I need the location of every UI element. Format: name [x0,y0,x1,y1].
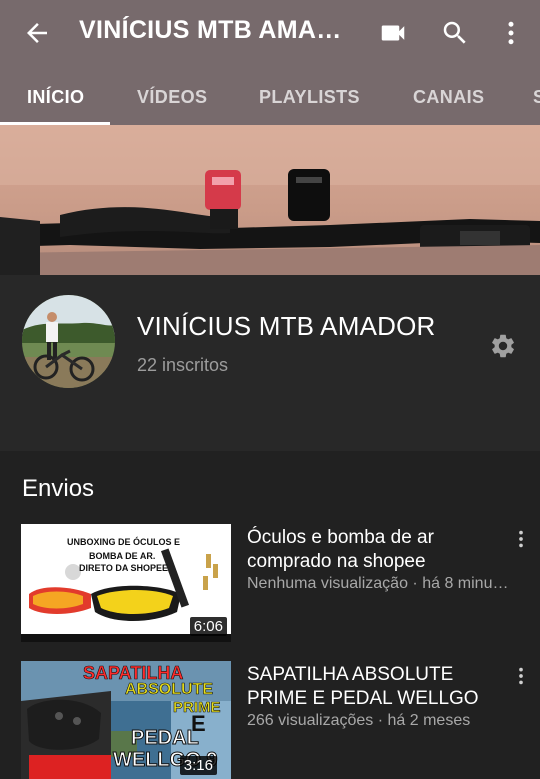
thumbnail-caption: ABSOLUTE [125,681,214,699]
tab-overflow[interactable]: S [533,87,540,108]
channel-name: VINÍCIUS MTB AMADOR [137,311,436,341]
thumbnail-caption: DIRETO DA SHOPEE [79,563,169,573]
thumbnail-caption: UNBOXING DE ÓCULOS E [67,537,181,547]
video-metadata: 266 visualizações · há 2 meses [247,712,471,729]
gear-icon[interactable] [489,332,517,360]
video-item[interactable]: SAPATILHA ABSOLUTE PRIME E PEDAL WELLGO … [0,661,540,779]
tab-inicio[interactable]: INÍCIO [27,87,84,108]
video-duration: 3:16 [179,756,217,775]
video-metadata: Nenhuma visualização · há 8 minu… [247,575,509,592]
uploads-section-title: Envios [22,475,95,502]
subscriber-count: 22 inscritos [137,355,229,375]
app-bar: VINÍCIUS MTB AMAD… [0,0,540,65]
channel-header: VINÍCIUS MTB AMADOR 22 inscritos [0,275,540,451]
video-item[interactable]: UNBOXING DE ÓCULOS E BOMBA DE AR. DIRETO… [0,524,540,642]
video-duration: 6:06 [189,617,227,636]
more-vertical-icon[interactable] [510,665,532,687]
search-icon[interactable] [440,18,470,48]
tab-videos[interactable]: VÍDEOS [137,87,207,108]
thumbnail-caption: BOMBA DE AR. [89,551,156,561]
back-arrow-icon[interactable] [22,18,52,48]
tab-canais[interactable]: CANAIS [413,87,484,108]
more-vertical-icon[interactable] [510,528,532,550]
channel-avatar[interactable] [22,295,115,388]
video-title[interactable]: Óculos e bomba de ar comprado na shopee [247,526,505,574]
video-thumbnail[interactable]: UNBOXING DE ÓCULOS E BOMBA DE AR. DIRETO… [21,524,231,642]
tab-playlists[interactable]: PLAYLISTS [259,87,360,108]
thumbnail-caption: PEDAL [131,727,200,750]
channel-tabs: INÍCIO VÍDEOS PLAYLISTS CANAIS S [0,65,540,125]
channel-banner [0,125,540,275]
video-title[interactable]: SAPATILHA ABSOLUTE PRIME E PEDAL WELLGO … [247,663,505,711]
video-camera-icon[interactable] [378,18,408,48]
channel-title: VINÍCIUS MTB AMAD… [79,16,354,44]
video-thumbnail[interactable]: SAPATILHA ABSOLUTE PRIME E PEDAL WELLGO … [21,661,231,779]
more-vertical-icon[interactable] [496,18,526,48]
